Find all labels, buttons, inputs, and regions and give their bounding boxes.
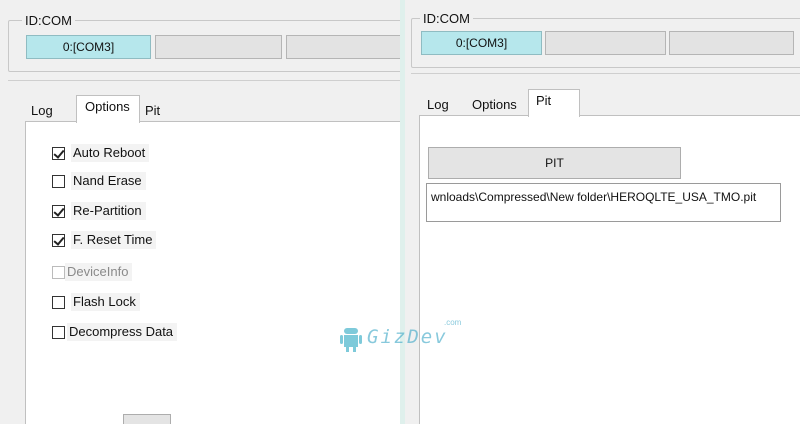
option-device-info: DeviceInfo — [52, 262, 133, 282]
com-port-slot-2[interactable] — [669, 31, 794, 55]
tab-options[interactable]: Options — [76, 95, 140, 123]
tab-log[interactable]: Log — [423, 94, 465, 116]
checkbox-checked-icon[interactable] — [52, 204, 65, 218]
option-re-partition[interactable]: Re-Partition — [52, 201, 146, 221]
separator — [8, 80, 400, 81]
pit-file-path-field[interactable]: wnloads\Compressed\New folder\HEROQLTE_U… — [426, 183, 781, 222]
watermark-text: GizDev — [367, 326, 448, 348]
option-label: Nand Erase — [71, 172, 146, 190]
checkbox-checked-icon[interactable] — [52, 233, 65, 247]
partially-visible-button[interactable] — [123, 414, 171, 424]
id-com-title: ID:COM — [22, 13, 75, 28]
right-odin-panel: ID:COM 0:[COM3] Log Options Pit PIT wnlo… — [405, 0, 800, 424]
tab-pit[interactable]: Pit — [140, 100, 188, 122]
separator — [411, 73, 800, 74]
left-odin-panel: ID:COM 0:[COM3] Log Options Pit Auto Reb… — [0, 0, 400, 424]
option-label: Decompress Data — [67, 323, 178, 341]
option-label: Re-Partition — [71, 202, 146, 220]
com-port-slot-1[interactable] — [545, 31, 666, 55]
checkbox-checked-icon[interactable] — [52, 146, 65, 160]
com-port-slot-0[interactable]: 0:[COM3] — [421, 31, 542, 55]
id-com-title: ID:COM — [420, 11, 473, 26]
tab-pit[interactable]: Pit — [528, 89, 580, 117]
option-decompress-data[interactable]: Decompress Data — [52, 322, 178, 342]
checkbox-unchecked-icon[interactable] — [52, 295, 65, 309]
option-label: DeviceInfo — [65, 263, 133, 281]
checkbox-disabled-icon — [52, 265, 65, 279]
tab-options[interactable]: Options — [472, 94, 530, 116]
option-label: Auto Reboot — [71, 144, 150, 162]
checkbox-unchecked-icon[interactable] — [52, 325, 65, 339]
pit-button[interactable]: PIT — [428, 147, 681, 179]
option-f-reset-time[interactable]: F. Reset Time — [52, 230, 157, 250]
option-label: Flash Lock — [71, 293, 140, 311]
option-label: F. Reset Time — [71, 231, 157, 249]
com-port-slot-0[interactable]: 0:[COM3] — [26, 35, 151, 59]
com-port-slot-1[interactable] — [155, 35, 282, 59]
option-auto-reboot[interactable]: Auto Reboot — [52, 143, 150, 163]
gizdev-watermark: GizDev .com — [340, 318, 480, 354]
tab-log[interactable]: Log — [31, 100, 73, 122]
checkbox-unchecked-icon[interactable] — [52, 174, 65, 188]
watermark-suffix: .com — [444, 318, 462, 327]
com-port-slot-2[interactable] — [286, 35, 400, 59]
option-nand-erase[interactable]: Nand Erase — [52, 171, 146, 191]
option-flash-lock[interactable]: Flash Lock — [52, 292, 140, 312]
